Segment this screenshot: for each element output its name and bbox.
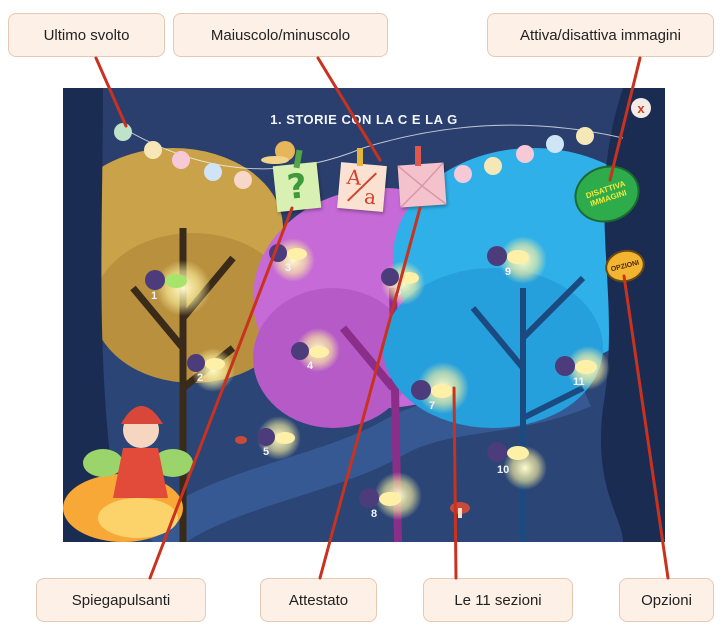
firefly-icon — [487, 246, 507, 266]
button-help-note[interactable]: ? — [272, 161, 322, 213]
close-icon: x — [637, 100, 645, 116]
callout-button-help: Spiegapulsanti — [36, 578, 206, 622]
section-number: 3 — [285, 262, 292, 274]
section-number: 2 — [197, 372, 204, 384]
section-number: 1 — [151, 290, 158, 302]
section-firefly[interactable]: 11 — [555, 348, 609, 392]
callout-last-done: Ultimo svolto — [8, 13, 165, 57]
section-firefly[interactable]: 4 — [291, 332, 341, 376]
firefly-light-icon — [379, 492, 401, 506]
game-title: 1. STORIE CON LA C E LA G — [270, 112, 458, 127]
firefly-light-icon — [575, 360, 597, 374]
firefly-icon — [555, 356, 575, 376]
section-number: 6 — [395, 286, 402, 298]
section-number: 7 — [429, 400, 436, 412]
section-number: 8 — [371, 508, 378, 520]
section-firefly[interactable]: 8 — [359, 480, 413, 524]
callout-certificate: Attestato — [260, 578, 377, 622]
section-firefly[interactable]: 10 — [487, 434, 541, 478]
section-number: 11 — [573, 376, 585, 388]
section-number: 10 — [497, 464, 510, 476]
section-number: 4 — [307, 360, 314, 372]
section-firefly[interactable]: 3 — [269, 234, 319, 278]
section-number: 5 — [263, 446, 270, 458]
clothespin-icon — [415, 146, 421, 166]
firefly-light-icon — [399, 272, 419, 284]
case-toggle-note[interactable]: A a — [337, 162, 387, 212]
section-firefly[interactable]: 6 — [381, 258, 431, 302]
section-firefly[interactable]: 1 — [145, 260, 201, 308]
firefly-light-icon — [205, 358, 225, 370]
firefly-light-icon — [309, 346, 329, 358]
section-firefly[interactable]: 7 — [411, 370, 465, 416]
game-screen: 1. STORIE CON LA C E LA G x ? A a DISATT… — [63, 88, 665, 542]
section-firefly[interactable]: 5 — [257, 418, 307, 462]
envelope-icon — [397, 162, 447, 208]
section-firefly[interactable]: 9 — [487, 238, 541, 282]
firefly-light-icon — [275, 432, 295, 444]
firefly-icon — [487, 442, 507, 462]
options-button-label: OPZIONI — [610, 259, 640, 273]
question-mark-icon: ? — [285, 166, 309, 208]
firefly-icon — [381, 268, 399, 286]
firefly-light-icon — [507, 250, 529, 264]
section-number: 9 — [505, 266, 512, 278]
firefly-icon — [145, 270, 165, 290]
certificate-envelope[interactable] — [397, 162, 447, 208]
firefly-light-icon — [165, 274, 187, 288]
case-divider-icon — [347, 172, 377, 202]
firefly-icon — [411, 380, 431, 400]
firefly-icon — [269, 244, 287, 262]
section-firefly[interactable]: 2 — [187, 344, 237, 388]
uppercase-letter: A — [345, 164, 363, 190]
callout-case-toggle: Maiuscolo/minuscolo — [173, 13, 388, 57]
firefly-light-icon — [431, 384, 453, 398]
firefly-icon — [187, 354, 205, 372]
scene-background — [63, 88, 665, 542]
firefly-light-icon — [507, 446, 529, 460]
lowercase-letter: a — [363, 184, 378, 210]
close-button[interactable]: x — [631, 98, 651, 118]
clothespin-icon — [357, 148, 363, 166]
callout-images-toggle: Attiva/disattiva immagini — [487, 13, 714, 57]
firefly-icon — [359, 488, 379, 508]
callout-sections: Le 11 sezioni — [423, 578, 573, 622]
callout-options: Opzioni — [619, 578, 714, 622]
firefly-icon — [291, 342, 309, 360]
firefly-icon — [257, 428, 275, 446]
firefly-light-icon — [287, 248, 307, 260]
